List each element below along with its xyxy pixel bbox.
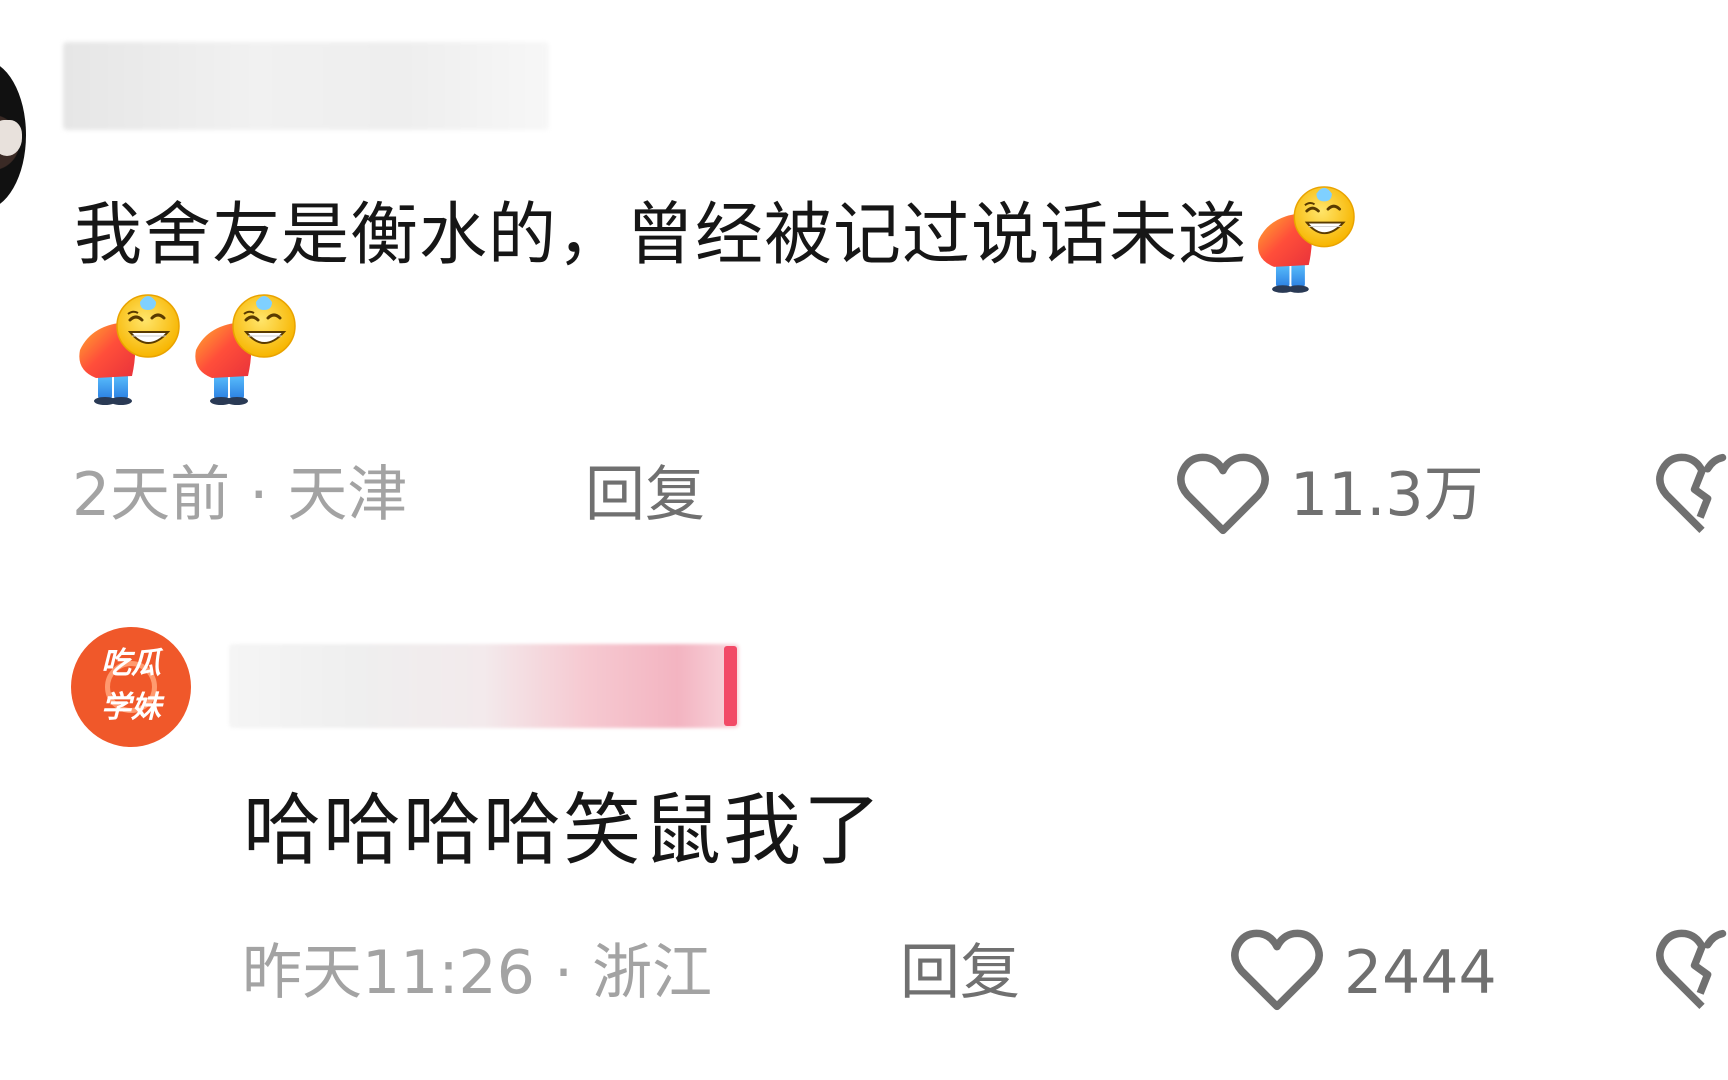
- reply-text: 哈哈哈哈笑鼠我了: [243, 786, 884, 876]
- reply-button[interactable]: 回复: [900, 938, 1020, 1008]
- avatar-text-bottom: 学妹: [101, 690, 161, 725]
- emoji-row: [70, 288, 310, 408]
- comment-text: 我舍友是衡水的，曾经被记过说话未遂: [74, 180, 1355, 296]
- bowing-sweat-emoji: [1249, 180, 1355, 296]
- reply-meta: 昨天11:26 · 浙江: [242, 938, 713, 1008]
- dislike-broken-heart-icon[interactable]: [1655, 452, 1728, 536]
- bowing-sweat-emoji: [70, 288, 180, 408]
- like-count: 2444: [1344, 938, 1497, 1008]
- bowing-sweat-emoji: [186, 288, 296, 408]
- dislike-broken-heart-icon[interactable]: [1655, 928, 1728, 1012]
- blurred-username[interactable]: [229, 644, 739, 728]
- like-heart-icon[interactable]: [1230, 928, 1324, 1012]
- reply-button[interactable]: 回复: [585, 460, 705, 530]
- name-accent-mark: [724, 646, 737, 726]
- avatar-text-top: 吃瓜: [101, 646, 161, 681]
- commenter-avatar[interactable]: [0, 60, 26, 210]
- comment-meta: 2天前 · 天津: [72, 460, 408, 530]
- like-heart-icon[interactable]: [1176, 452, 1270, 536]
- reply-avatar[interactable]: 吃瓜 学妹: [71, 627, 191, 747]
- blurred-username[interactable]: [63, 42, 549, 130]
- comment-body: 我舍友是衡水的，曾经被记过说话未遂: [74, 196, 1248, 275]
- like-count: 11.3万: [1290, 460, 1484, 530]
